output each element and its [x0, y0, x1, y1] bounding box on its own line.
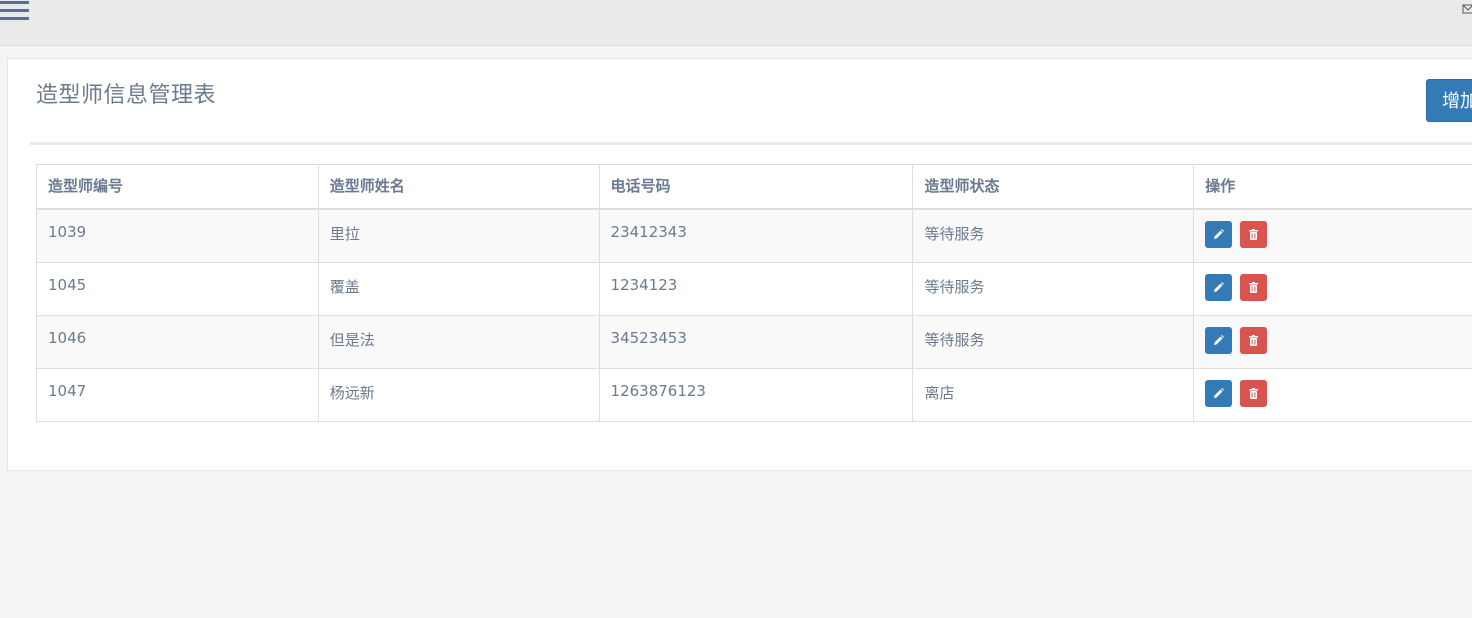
add-button[interactable]: 增加: [1426, 79, 1472, 122]
cell-actions: [1193, 314, 1472, 369]
table-header-row: 造型师编号 造型师姓名 电话号码 造型师状态 操作: [36, 164, 1472, 210]
column-header-actions: 操作: [1193, 164, 1472, 210]
table-row: 1045 覆盖 1234123 等待服务: [36, 261, 1472, 316]
cell-status: 等待服务: [912, 261, 1195, 316]
page-title: 造型师信息管理表: [36, 83, 217, 108]
divider: [30, 142, 1472, 145]
pencil-icon: [1214, 229, 1225, 239]
cell-actions: [1193, 261, 1472, 316]
delete-button[interactable]: [1240, 273, 1268, 301]
table-row: 1039 里拉 23412343 等待服务: [36, 208, 1472, 263]
column-header-name[interactable]: 造型师姓名: [317, 164, 600, 210]
cell-id: 1039: [36, 208, 319, 263]
edit-button[interactable]: [1205, 221, 1233, 248]
envelope-icon[interactable]: [1462, 0, 1472, 14]
table-row: 1046 但是法 34523453 等待服务: [36, 314, 1472, 369]
delete-button[interactable]: [1240, 326, 1268, 354]
cell-id: 1045: [36, 261, 319, 316]
column-header-phone[interactable]: 电话号码: [598, 164, 914, 210]
content-panel: 造型师信息管理表 增加 造型师编号 造型师姓名 电话号码 造型师状态 操作 10…: [7, 58, 1472, 471]
cell-phone: 23412343: [598, 208, 914, 263]
trash-icon: [1249, 387, 1259, 399]
stylist-table: 造型师编号 造型师姓名 电话号码 造型师状态 操作 1039 里拉 234123…: [36, 164, 1472, 422]
cell-name: 但是法: [317, 314, 600, 369]
pencil-icon: [1214, 334, 1225, 345]
column-header-status[interactable]: 造型师状态: [912, 164, 1195, 210]
cell-actions: [1193, 208, 1472, 263]
delete-button[interactable]: [1240, 379, 1268, 407]
cell-phone: 1234123: [598, 261, 914, 316]
trash-icon: [1249, 281, 1259, 293]
cell-name: 覆盖: [317, 261, 600, 316]
cell-name: 里拉: [317, 208, 600, 263]
hamburger-menu-icon[interactable]: [0, 0, 30, 22]
table-row: 1047 杨远新 1263876123 离店: [36, 367, 1472, 422]
cell-id: 1047: [36, 367, 319, 422]
cell-status: 等待服务: [912, 314, 1195, 369]
cell-status: 等待服务: [912, 208, 1195, 263]
cell-name: 杨远新: [317, 367, 600, 422]
top-navbar: [0, 0, 1472, 46]
edit-button[interactable]: [1205, 379, 1233, 407]
cell-status: 离店: [912, 367, 1195, 422]
pencil-icon: [1214, 281, 1225, 292]
pencil-icon: [1214, 387, 1225, 398]
cell-phone: 34523453: [598, 314, 914, 369]
cell-actions: [1193, 367, 1472, 422]
cell-phone: 1263876123: [598, 367, 914, 422]
trash-icon: [1249, 334, 1259, 346]
delete-button[interactable]: [1240, 221, 1268, 248]
trash-icon: [1249, 229, 1259, 240]
column-header-id[interactable]: 造型师编号: [36, 164, 319, 210]
edit-button[interactable]: [1205, 273, 1233, 301]
cell-id: 1046: [36, 314, 319, 369]
edit-button[interactable]: [1205, 326, 1233, 354]
